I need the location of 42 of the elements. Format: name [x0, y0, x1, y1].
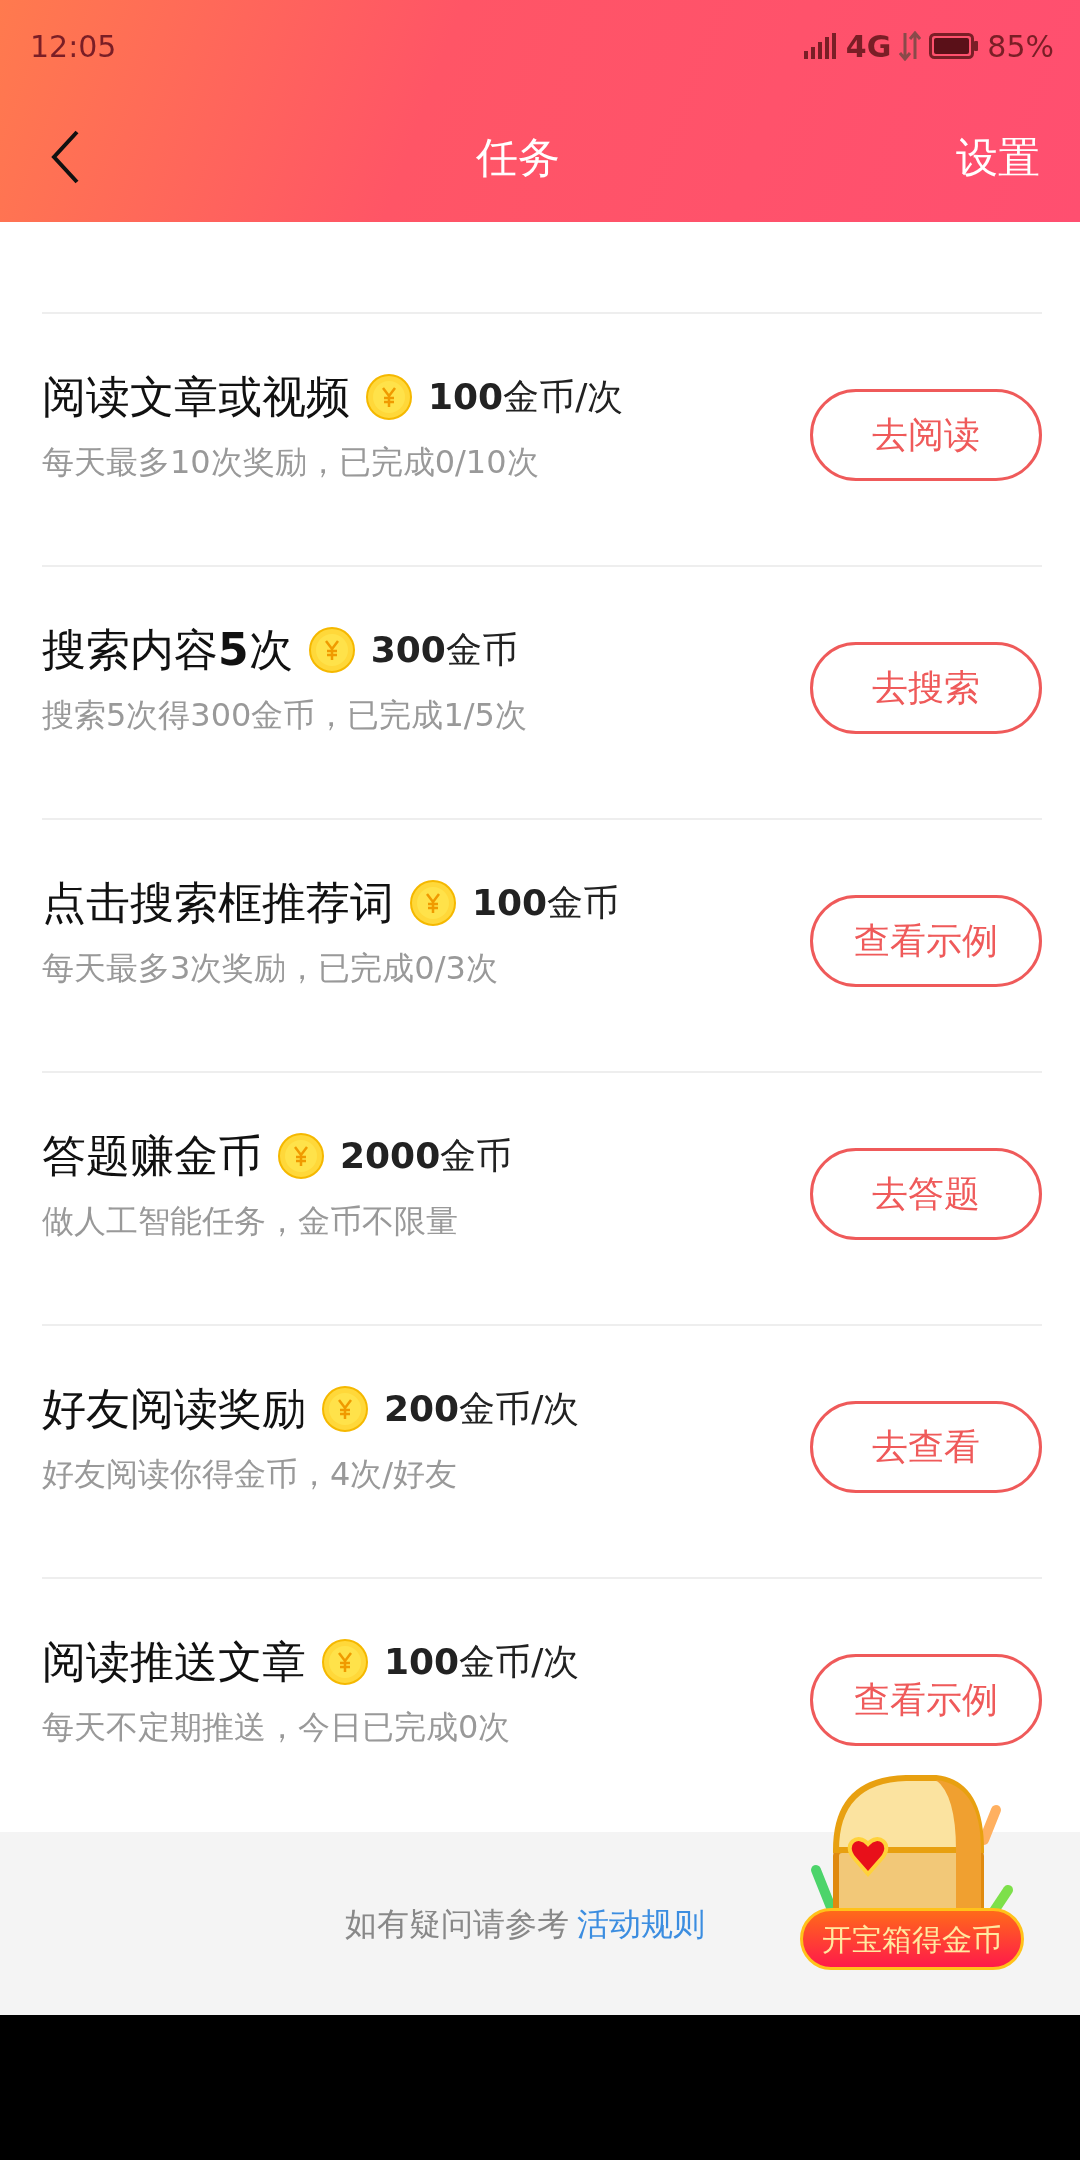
- task-description: 每天最多10次奖励，已完成0/10次: [42, 441, 540, 483]
- coin-icon: [366, 373, 412, 420]
- battery-percent: 85%: [987, 27, 1054, 66]
- reward-label: 100金币/次: [384, 1639, 580, 1684]
- task-title: 答题赚金币: [42, 1128, 262, 1183]
- task-button[interactable]: 去搜索: [810, 641, 1042, 734]
- back-button[interactable]: [50, 129, 80, 185]
- task-title: 好友阅读奖励: [42, 1381, 306, 1436]
- task-button[interactable]: 去答题: [810, 1147, 1042, 1240]
- task-button[interactable]: 查看示例: [810, 1653, 1042, 1746]
- task-title: 阅读文章或视频: [42, 369, 350, 424]
- open-chest-button[interactable]: 开宝箱得金币: [800, 1908, 1024, 1970]
- reward-label: 200金币/次: [384, 1386, 580, 1431]
- task-title: 搜索内容5次: [42, 622, 293, 677]
- task-button[interactable]: 去阅读: [810, 388, 1042, 481]
- page-title: 任务: [476, 131, 560, 184]
- network-label: 4G: [845, 27, 892, 66]
- coin-icon: [322, 1385, 368, 1432]
- reward-label: 100金币/次: [428, 374, 624, 419]
- task-description: 每天不定期推送，今日已完成0次: [42, 1706, 512, 1748]
- signal-icon: [803, 33, 838, 59]
- task-button[interactable]: 查看示例: [810, 894, 1042, 987]
- task-description: 好友阅读你得金币，4次/好友: [42, 1453, 459, 1495]
- coin-icon: [410, 879, 456, 926]
- reward-label: 100金币: [472, 880, 620, 925]
- data-transfer-icon: [899, 31, 922, 61]
- task-title: 点击搜索框推荐词: [42, 875, 394, 930]
- coin-icon: [322, 1638, 368, 1685]
- footer-text: 如有疑问请参考: [345, 1903, 569, 1945]
- reward-label: 2000金币: [340, 1133, 513, 1178]
- coin-icon: [308, 626, 355, 673]
- status-time: 12:05: [30, 27, 117, 66]
- rules-link[interactable]: 活动规则: [577, 1899, 705, 1948]
- task-button[interactable]: 去查看: [810, 1400, 1042, 1493]
- coin-icon: [278, 1132, 324, 1179]
- task-description: 搜索5次得300金币，已完成1/5次: [42, 694, 527, 736]
- task-description: 做人工智能任务，金币不限量: [42, 1200, 459, 1242]
- settings-button[interactable]: 设置: [956, 125, 1040, 189]
- task-description: 每天最多3次奖励，已完成0/3次: [42, 947, 499, 989]
- battery-icon: [929, 33, 980, 59]
- task-title: 阅读推送文章: [42, 1634, 306, 1689]
- reward-label: 300金币: [370, 627, 518, 672]
